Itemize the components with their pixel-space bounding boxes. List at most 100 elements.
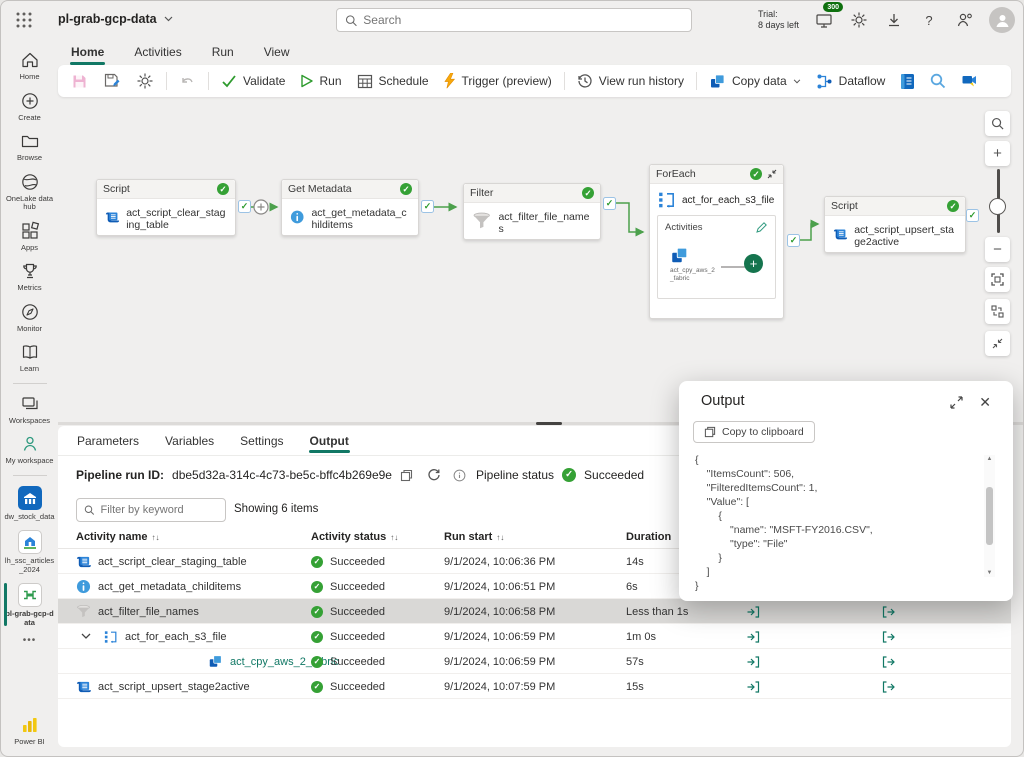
node-get-metadata[interactable]: Get Metadata ✓ act_get_metadata_childite…: [281, 179, 419, 236]
trial-badge: 300: [823, 2, 843, 12]
node-output-check[interactable]: ✓: [966, 209, 979, 222]
filter-keyword-input[interactable]: [100, 504, 218, 516]
output-icon[interactable]: [882, 655, 896, 669]
sidebar-item-create[interactable]: Create: [1, 86, 58, 127]
success-check-icon: ✓: [311, 605, 323, 618]
scroll-thumb[interactable]: [986, 487, 993, 545]
sidebar-item-monitor[interactable]: Monitor: [1, 297, 58, 338]
copy-data-button[interactable]: Copy data: [706, 69, 804, 94]
close-icon[interactable]: ✕: [979, 394, 991, 411]
tab-home[interactable]: Home: [70, 42, 106, 65]
rail-more-button[interactable]: •••: [23, 631, 37, 650]
app-launcher-icon[interactable]: [13, 9, 35, 31]
sidebar-item-home[interactable]: Home: [1, 45, 58, 86]
tab-activities[interactable]: Activities: [133, 42, 182, 62]
sidebar-item-browse[interactable]: Browse: [1, 126, 58, 167]
input-icon[interactable]: [746, 680, 760, 694]
sidebar-item-lh-ssc-articles[interactable]: lh_ssc_articles_2024: [1, 525, 58, 578]
download-button[interactable]: [884, 10, 904, 30]
zoom-slider-handle[interactable]: [989, 198, 1006, 215]
popup-scrollbar[interactable]: ▲ ▼: [984, 455, 995, 577]
table-row-nested[interactable]: act_cpy_aws_2_fabric ✓ Succeeded 9/1/2024…: [58, 649, 1011, 674]
sidebar-item-my-workspace[interactable]: My workspace: [1, 429, 58, 470]
dataflow-button[interactable]: Dataflow: [813, 69, 889, 94]
refresh-icon[interactable]: [427, 468, 441, 482]
table-row-selected[interactable]: act_filter_file_names ✓ Succeeded 9/1/202…: [58, 599, 1011, 624]
foreach-activities-container[interactable]: Activities act_cpy_aws_2_fabric +: [657, 215, 776, 299]
collapse-icon[interactable]: [767, 169, 777, 179]
fabric-pipeline-window: pl-grab-gcp-data Trial: 8 days left 300 …: [0, 0, 1024, 757]
node-output-check[interactable]: ✓: [238, 200, 251, 213]
sidebar-item-metrics[interactable]: Metrics: [1, 256, 58, 297]
pipeline-settings-button[interactable]: [133, 68, 157, 94]
zoom-in-button[interactable]: +: [985, 141, 1010, 166]
tab-variables[interactable]: Variables: [164, 430, 215, 452]
sidebar-item-dw-stock-data[interactable]: dw_stock_data: [1, 481, 58, 526]
zoom-out-button[interactable]: −: [985, 237, 1010, 262]
run-button[interactable]: Run: [297, 70, 344, 92]
sidebar-item-pl-grab-gcp-data[interactable]: pl-grab-gcp-data: [1, 578, 58, 631]
tab-parameters[interactable]: Parameters: [76, 430, 140, 452]
output-icon[interactable]: [882, 630, 896, 644]
validate-button[interactable]: Validate: [218, 70, 288, 92]
edit-pencil-icon[interactable]: [756, 221, 768, 233]
success-check-icon: ✓: [311, 680, 323, 693]
schedule-button[interactable]: Schedule: [354, 69, 432, 93]
table-row[interactable]: act_script_upsert_stage2active ✓ Succeede…: [58, 674, 1011, 699]
browse-search-button[interactable]: [927, 69, 949, 93]
inner-activity-copy[interactable]: act_cpy_aws_2_fabric: [670, 246, 716, 282]
node-script-upsert[interactable]: Script ✓ act_script_upsert_stage2active: [824, 196, 966, 253]
scroll-up-icon[interactable]: ▲: [987, 456, 993, 462]
sidebar-item-learn[interactable]: Learn: [1, 337, 58, 378]
info-icon[interactable]: [453, 469, 466, 482]
input-icon[interactable]: [746, 655, 760, 669]
node-foreach[interactable]: ForEach ✓ act_for_each_s3_file Activitie…: [649, 164, 784, 319]
node-output-check[interactable]: ✓: [603, 197, 616, 210]
node-output-check[interactable]: ✓: [421, 200, 434, 213]
tab-settings[interactable]: Settings: [239, 430, 284, 452]
node-script-clear-staging[interactable]: Script ✓ act_script_clear_staging_table: [96, 179, 236, 236]
settings-button[interactable]: [849, 10, 869, 30]
sidebar-item-workspaces[interactable]: Workspaces: [1, 389, 58, 430]
node-filter[interactable]: Filter ✓ act_filter_file_names: [463, 183, 601, 240]
output-icon[interactable]: [882, 605, 896, 619]
input-icon[interactable]: [746, 605, 760, 619]
expand-icon[interactable]: [950, 396, 963, 409]
trigger-preview-button[interactable]: Trigger (preview): [441, 69, 555, 93]
fit-to-screen-button[interactable]: [985, 267, 1010, 292]
table-row[interactable]: act_for_each_s3_file ✓ Succeeded 9/1/2024…: [58, 624, 1011, 649]
sidebar-item-apps[interactable]: Apps: [1, 216, 58, 257]
tab-output[interactable]: Output: [308, 430, 351, 453]
sidebar-item-onelake-data-hub[interactable]: OneLake data hub: [1, 167, 58, 216]
feedback-person-button[interactable]: [954, 10, 974, 30]
save-as-button[interactable]: [100, 68, 124, 94]
scroll-down-icon[interactable]: ▼: [987, 570, 993, 576]
avatar[interactable]: [989, 7, 1015, 33]
tab-run[interactable]: Run: [211, 42, 235, 62]
pipeline-canvas[interactable]: Script ✓ act_script_clear_staging_table …: [58, 97, 1023, 422]
pipeline-title-menu[interactable]: pl-grab-gcp-data: [58, 12, 173, 26]
output-icon[interactable]: [882, 680, 896, 694]
add-activity-button[interactable]: +: [744, 254, 763, 273]
capacity-monitor-button[interactable]: 300: [814, 2, 843, 30]
node-type-label: Get Metadata: [288, 183, 352, 195]
auto-layout-button[interactable]: [985, 299, 1010, 324]
copy-icon[interactable]: [400, 469, 413, 482]
chevron-down-icon: [164, 16, 173, 22]
resize-handle[interactable]: [536, 422, 562, 425]
announcement-flag-button[interactable]: [958, 69, 980, 93]
input-icon[interactable]: [746, 630, 760, 644]
copy-to-clipboard-button[interactable]: Copy to clipboard: [693, 421, 815, 443]
canvas-search-button[interactable]: [985, 111, 1010, 136]
view-run-history-button[interactable]: View run history: [574, 69, 687, 93]
undo-button[interactable]: [176, 69, 199, 94]
save-button[interactable]: [68, 69, 91, 94]
notebook-button[interactable]: [897, 69, 918, 94]
collapse-panel-button[interactable]: [985, 331, 1010, 356]
sidebar-item-power-bi[interactable]: Power BI: [1, 710, 58, 757]
expand-chevron-icon[interactable]: [81, 633, 91, 640]
node-output-check[interactable]: ✓: [787, 234, 800, 247]
help-button[interactable]: ?: [919, 10, 939, 30]
tab-view[interactable]: View: [263, 42, 291, 62]
search-input[interactable]: [363, 13, 683, 27]
